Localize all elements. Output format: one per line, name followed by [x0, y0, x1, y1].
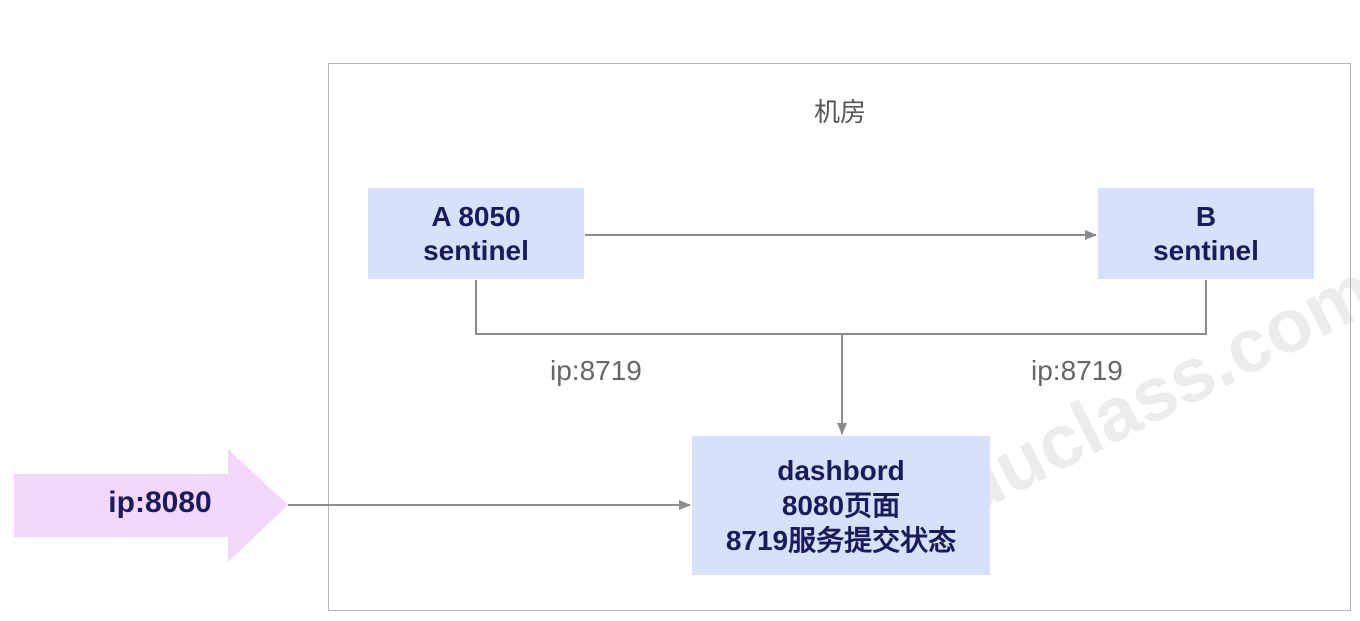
dashboard-line3: 8719服务提交状态	[725, 525, 957, 556]
node-a-line2: sentinel	[423, 234, 529, 266]
node-b-line1: B	[1195, 200, 1217, 232]
edge-a-merge	[475, 280, 842, 335]
dashboard-line1: dashbord	[777, 455, 905, 486]
dashboard-line2: 8080页面	[781, 490, 901, 521]
port-label-b: ip:8719	[1031, 355, 1123, 386]
node-b-line2: sentinel	[1153, 234, 1259, 266]
port-label-a: ip:8719	[550, 355, 642, 386]
node-a-line1: A 8050	[431, 200, 521, 232]
entry-label: ip:8080	[108, 486, 212, 519]
sentinel-node-b: B sentinel	[1098, 188, 1314, 279]
edge-b-merge	[842, 280, 1207, 335]
dashboard-node: dashbord 8080页面 8719服务提交状态	[692, 436, 990, 575]
sentinel-node-a: A 8050 sentinel	[368, 188, 584, 279]
connectors	[14, 230, 1207, 562]
